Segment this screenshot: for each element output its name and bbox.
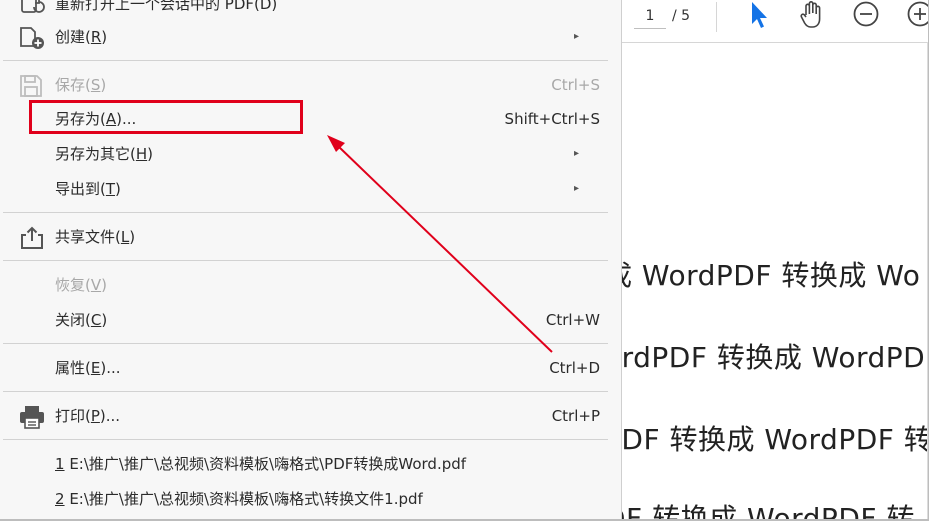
- menu-separator: [3, 260, 608, 261]
- menu-label: 属性(E)...: [55, 359, 121, 377]
- menu-shortcut: Ctrl+P: [551, 407, 600, 425]
- menu-item-properties[interactable]: 属性(E)... Ctrl+D: [0, 352, 608, 384]
- submenu-arrow-icon: ▸: [574, 183, 580, 194]
- file-menu: 重新打开上一个会话中的 PDF(D) 创建(R) ▸ 保存(S) Ctrl+S …: [0, 0, 622, 521]
- menu-label: 重新打开上一个会话中的 PDF(D): [55, 0, 278, 13]
- menu-shortcut: Ctrl+D: [549, 359, 600, 377]
- hand-tool-icon[interactable]: [797, 0, 827, 30]
- toolbar-divider: [716, 2, 717, 32]
- page-number-input[interactable]: 1: [634, 4, 666, 29]
- menu-separator: [3, 212, 608, 213]
- menu-label: 打印(P)...: [55, 407, 121, 425]
- save-icon: [18, 74, 46, 98]
- document-text-line: PDF 转换成 WordPDF 转: [622, 423, 929, 456]
- menu-label: 恢复(V): [55, 276, 107, 294]
- menu-item-reopen[interactable]: 重新打开上一个会话中的 PDF(D): [0, 0, 608, 20]
- menu-shortcut: Shift+Ctrl+S: [504, 110, 600, 128]
- menu-label: 保存(S): [55, 76, 107, 94]
- menu-item-revert[interactable]: 恢复(V): [0, 269, 608, 301]
- submenu-arrow-icon: ▸: [574, 31, 580, 42]
- menu-item-print[interactable]: 打印(P)... Ctrl+P: [0, 400, 608, 432]
- select-cursor-icon[interactable]: [744, 0, 774, 30]
- menu-item-close[interactable]: 关闭(C) Ctrl+W: [0, 304, 608, 336]
- document-toolbar: 1 / 5: [622, 0, 929, 43]
- recent-file-item[interactable]: 2 E:\推广\推广\总视频\资料模板\嗨格式\转换文件1.pdf: [0, 483, 608, 515]
- menu-item-share[interactable]: 共享文件(L): [0, 221, 608, 253]
- menu-separator: [3, 60, 608, 61]
- document-text-line: DF 转换成 WordPDF 转: [622, 502, 915, 521]
- document-viewer[interactable]: 1 / 5 成 WordPDF 转换成 Wo ordPDF 转换成 WordPD…: [622, 0, 929, 521]
- zoom-out-icon[interactable]: [851, 0, 881, 30]
- menu-item-export[interactable]: 导出到(T) ▸: [0, 173, 608, 205]
- document-text-line: ordPDF 转换成 WordPD: [622, 341, 926, 374]
- menu-separator: [3, 391, 608, 392]
- page-total: / 5: [672, 8, 691, 24]
- create-icon: [18, 26, 46, 50]
- menu-item-save[interactable]: 保存(S) Ctrl+S: [0, 69, 608, 101]
- print-icon: [18, 405, 46, 429]
- menu-shortcut: Ctrl+S: [551, 76, 600, 94]
- annotation-highlight-box: [29, 100, 303, 134]
- recent-file-label: 1 E:\推广\推广\总视频\资料模板\嗨格式\PDF转换成Word.pdf: [55, 455, 467, 473]
- menu-separator: [3, 343, 608, 344]
- share-icon: [18, 226, 46, 250]
- menu-label: 共享文件(L): [55, 228, 136, 246]
- recent-file-item[interactable]: 1 E:\推广\推广\总视频\资料模板\嗨格式\PDF转换成Word.pdf: [0, 448, 608, 480]
- menu-shortcut: Ctrl+W: [545, 311, 600, 329]
- menu-label: 另存为其它(H): [55, 145, 153, 163]
- submenu-arrow-icon: ▸: [574, 148, 580, 159]
- menu-label: 创建(R): [55, 28, 108, 46]
- menu-label: 关闭(C): [55, 311, 108, 329]
- recent-file-label: 2 E:\推广\推广\总视频\资料模板\嗨格式\转换文件1.pdf: [55, 490, 423, 508]
- menu-label: 导出到(T): [55, 180, 121, 198]
- menu-item-create[interactable]: 创建(R) ▸: [0, 21, 608, 53]
- menu-separator: [3, 439, 608, 440]
- zoom-in-icon[interactable]: [905, 0, 929, 30]
- document-text-line: 成 WordPDF 转换成 Wo: [622, 259, 921, 292]
- menu-item-save-as-other[interactable]: 另存为其它(H) ▸: [0, 138, 608, 170]
- reopen-icon: [18, 0, 46, 17]
